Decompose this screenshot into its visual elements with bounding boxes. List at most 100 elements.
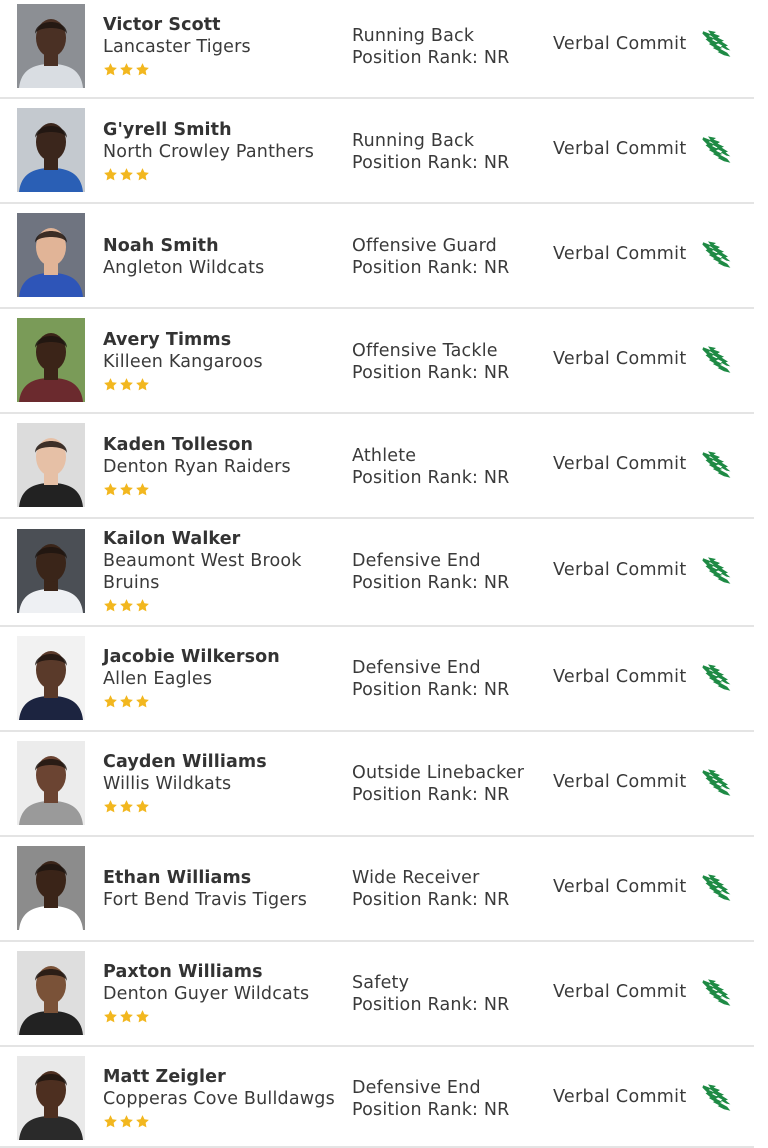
player-name[interactable]: Kailon Walker <box>103 528 343 550</box>
player-photo[interactable] <box>17 741 85 825</box>
commit-row[interactable]: Ethan Williams Fort Bend Travis Tigers Wid… <box>0 837 754 942</box>
player-photo[interactable] <box>17 318 85 402</box>
position-info: Wide Receiver Position Rank: NR <box>352 867 542 911</box>
player-photo[interactable] <box>17 108 85 192</box>
player-photo[interactable] <box>17 951 85 1035</box>
player-photo[interactable] <box>17 846 85 930</box>
position-rank: Position Rank: NR <box>352 153 510 173</box>
commit-status: Verbal Commit <box>553 1087 687 1107</box>
player-name[interactable]: Ethan Williams <box>103 867 343 889</box>
star-icon <box>103 599 119 619</box>
player-name[interactable]: Matt Zeigler <box>103 1066 343 1088</box>
star-icon <box>119 483 135 503</box>
mean-green-eagle-icon[interactable] <box>700 768 732 798</box>
commit-row[interactable]: Cayden Williams Willis Wildkats Outside Li… <box>0 732 754 837</box>
star-icon <box>119 168 135 188</box>
player-name[interactable]: Avery Timms <box>103 329 343 351</box>
star-icon <box>135 63 151 83</box>
player-position: Offensive Tackle <box>352 341 498 361</box>
star-icon <box>103 378 119 398</box>
mean-green-eagle-icon[interactable] <box>700 663 732 693</box>
position-rank: Position Rank: NR <box>352 258 510 278</box>
player-photo[interactable] <box>17 423 85 507</box>
star-icon <box>103 1115 119 1135</box>
star-icon <box>119 1010 135 1030</box>
player-photo[interactable] <box>17 213 85 297</box>
star-icon <box>135 800 151 820</box>
player-info: Kaden Tolleson Denton Ryan Raiders <box>103 434 343 498</box>
mean-green-eagle-icon[interactable] <box>700 450 732 480</box>
star-rating <box>103 167 343 183</box>
mean-green-eagle-icon[interactable] <box>700 345 732 375</box>
player-school: Lancaster Tigers <box>103 37 251 57</box>
player-position: Running Back <box>352 26 475 46</box>
player-school: Angleton Wildcats <box>103 258 265 278</box>
player-position: Defensive End <box>352 551 481 571</box>
player-school: Copperas Cove Bulldawgs <box>103 1089 335 1109</box>
position-rank: Position Rank: NR <box>352 573 510 593</box>
mean-green-eagle-icon[interactable] <box>700 240 732 270</box>
commit-row[interactable]: Victor Scott Lancaster Tigers Running Back… <box>0 0 754 99</box>
player-photo[interactable] <box>17 529 85 613</box>
player-school: Denton Ryan Raiders <box>103 457 291 477</box>
player-position: Athlete <box>352 446 417 466</box>
player-position: Defensive End <box>352 1078 481 1098</box>
position-info: Athlete Position Rank: NR <box>352 445 542 489</box>
position-rank: Position Rank: NR <box>352 1100 510 1120</box>
commit-row[interactable]: Noah Smith Angleton Wildcats Offensive Gua… <box>0 204 754 309</box>
player-name[interactable]: Jacobie Wilkerson <box>103 646 343 668</box>
player-photo[interactable] <box>17 1056 85 1140</box>
mean-green-eagle-icon[interactable] <box>700 978 732 1008</box>
position-rank: Position Rank: NR <box>352 890 510 910</box>
commit-row[interactable]: Kailon Walker Beaumont West Brook Bruins D… <box>0 519 754 627</box>
star-rating <box>103 62 343 78</box>
commit-status: Verbal Commit <box>553 560 687 580</box>
player-info: G'yrell Smith North Crowley Panthers <box>103 119 343 183</box>
position-info: Offensive Tackle Position Rank: NR <box>352 340 542 384</box>
player-info: Victor Scott Lancaster Tigers <box>103 14 343 78</box>
commit-status: Verbal Commit <box>553 454 687 474</box>
player-school: Killeen Kangaroos <box>103 352 263 372</box>
player-name[interactable]: Cayden Williams <box>103 751 343 773</box>
player-position: Wide Receiver <box>352 868 480 888</box>
mean-green-eagle-icon[interactable] <box>700 1083 732 1113</box>
commit-row[interactable]: Jacobie Wilkerson Allen Eagles Defensive E… <box>0 627 754 732</box>
star-icon <box>103 800 119 820</box>
player-position: Offensive Guard <box>352 236 497 256</box>
player-info: Cayden Williams Willis Wildkats <box>103 751 343 815</box>
position-rank: Position Rank: NR <box>352 680 510 700</box>
commit-row[interactable]: G'yrell Smith North Crowley Panthers Runni… <box>0 99 754 204</box>
commit-status: Verbal Commit <box>553 877 687 897</box>
player-school: Allen Eagles <box>103 669 213 689</box>
position-rank: Position Rank: NR <box>352 363 510 383</box>
player-name[interactable]: Kaden Tolleson <box>103 434 343 456</box>
star-icon <box>103 63 119 83</box>
player-photo[interactable] <box>17 4 85 88</box>
position-rank: Position Rank: NR <box>352 995 510 1015</box>
player-name[interactable]: G'yrell Smith <box>103 119 343 141</box>
position-info: Defensive End Position Rank: NR <box>352 550 542 594</box>
star-rating <box>103 1009 343 1025</box>
player-photo[interactable] <box>17 636 85 720</box>
player-name[interactable]: Noah Smith <box>103 235 343 257</box>
mean-green-eagle-icon[interactable] <box>700 29 732 59</box>
star-icon <box>103 168 119 188</box>
commit-row[interactable]: Kaden Tolleson Denton Ryan Raiders Athlete… <box>0 414 754 519</box>
star-icon <box>119 63 135 83</box>
mean-green-eagle-icon[interactable] <box>700 135 732 165</box>
star-icon <box>103 1010 119 1030</box>
mean-green-eagle-icon[interactable] <box>700 873 732 903</box>
star-icon <box>135 1010 151 1030</box>
player-school: Fort Bend Travis Tigers <box>103 890 308 910</box>
commit-row[interactable]: Avery Timms Killeen Kangaroos Offensive Ta… <box>0 309 754 414</box>
player-name[interactable]: Paxton Williams <box>103 961 343 983</box>
player-school: Denton Guyer Wildcats <box>103 984 310 1004</box>
commit-row[interactable]: Paxton Williams Denton Guyer Wildcats Safe… <box>0 942 754 1047</box>
player-name[interactable]: Victor Scott <box>103 14 343 36</box>
star-icon <box>135 1115 151 1135</box>
player-position: Running Back <box>352 131 475 151</box>
position-info: Safety Position Rank: NR <box>352 972 542 1016</box>
commit-status: Verbal Commit <box>553 772 687 792</box>
commit-row[interactable]: Matt Zeigler Copperas Cove Bulldawgs Defen… <box>0 1047 754 1148</box>
mean-green-eagle-icon[interactable] <box>700 556 732 586</box>
